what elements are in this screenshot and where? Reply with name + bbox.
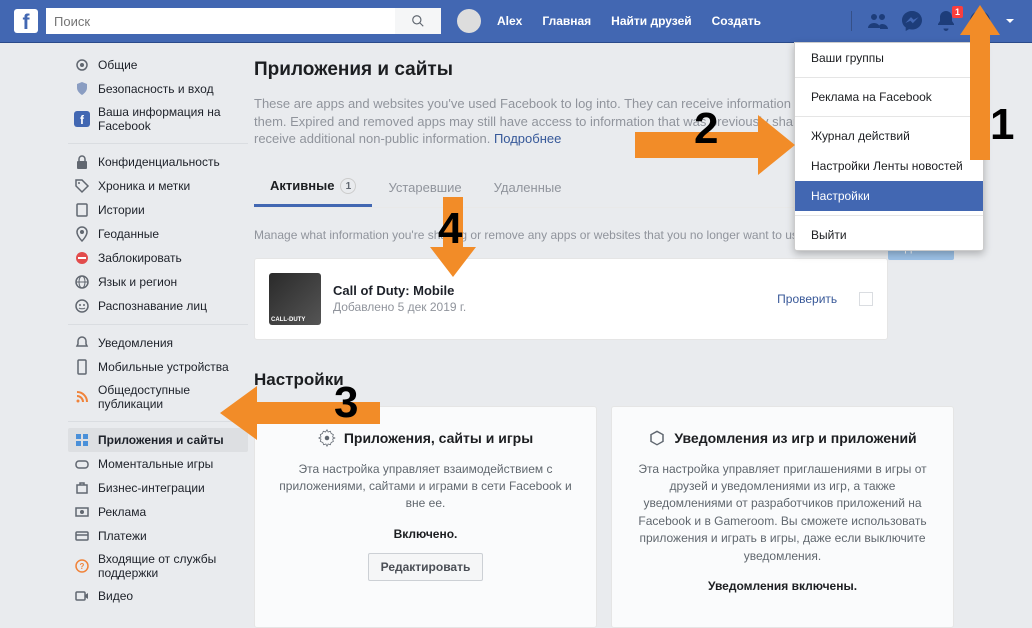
facebook-logo-icon[interactable]: f bbox=[14, 9, 38, 33]
sidebar-item-label: Ваша информация на Facebook bbox=[98, 105, 242, 133]
card-notif-desc: Эта настройка управляет приглашениями в … bbox=[630, 461, 935, 565]
top-header: f Alex Главная Найти друзей Создать 1 ? bbox=[0, 0, 1032, 43]
annotation-arrow-3 bbox=[215, 378, 385, 448]
sidebar-item-label: Приложения и сайты bbox=[98, 433, 224, 447]
search-wrap bbox=[46, 8, 441, 34]
card-icon bbox=[74, 528, 90, 544]
card-apps-desc: Эта настройка управляет взаимодействием … bbox=[273, 461, 578, 513]
face-icon bbox=[74, 298, 90, 314]
card-apps-status: Включено. bbox=[273, 527, 578, 541]
search-input[interactable] bbox=[46, 8, 395, 34]
sidebar-item-gear[interactable]: Общие bbox=[68, 53, 248, 77]
rss-icon bbox=[74, 389, 90, 405]
sidebar-item-label: Платежи bbox=[98, 529, 147, 543]
help-icon: ? bbox=[74, 558, 90, 574]
sidebar-item-label: Входящие от службы поддержки bbox=[98, 552, 242, 580]
dd-logout[interactable]: Выйти bbox=[795, 220, 983, 250]
nav-find-friends[interactable]: Найти друзей bbox=[601, 0, 701, 43]
sidebar-item-label: Распознавание лиц bbox=[98, 299, 207, 313]
sidebar-item-video[interactable]: Видео bbox=[68, 584, 248, 608]
card-notif-status: Уведомления включены. bbox=[630, 579, 935, 593]
annotation-num-3: 3 bbox=[334, 378, 358, 428]
shield-icon bbox=[74, 81, 90, 97]
nav-profile[interactable]: Alex bbox=[487, 0, 532, 43]
friends-icon[interactable] bbox=[866, 9, 890, 33]
sidebar-item-label: Геоданные bbox=[98, 227, 159, 241]
app-info: Call of Duty: Mobile Добавлено 5 дек 201… bbox=[333, 283, 466, 314]
sidebar-item-card[interactable]: Платежи bbox=[68, 524, 248, 548]
sidebar-item-shield[interactable]: Безопасность и вход bbox=[68, 77, 248, 101]
sidebar-item-label: Бизнес-интеграции bbox=[98, 481, 205, 495]
app-added-date: Добавлено 5 дек 2019 г. bbox=[333, 300, 466, 314]
sidebar-item-face[interactable]: Распознавание лиц bbox=[68, 294, 248, 318]
sidebar-item-help[interactable]: ? Входящие от службы поддержки bbox=[68, 548, 248, 584]
fb-icon: f bbox=[74, 111, 90, 127]
sidebar-item-fb[interactable]: f Ваша информация на Facebook bbox=[68, 101, 248, 137]
sidebar-item-lock[interactable]: Конфиденциальность bbox=[68, 150, 248, 174]
sidebar-item-biz[interactable]: Бизнес-интеграции bbox=[68, 476, 248, 500]
nav-home[interactable]: Главная bbox=[532, 0, 601, 43]
sidebar-item-label: Истории bbox=[98, 203, 145, 217]
svg-text:?: ? bbox=[80, 562, 85, 571]
app-thumbnail bbox=[269, 273, 321, 325]
sidebar-item-label: Мобильные устройства bbox=[98, 360, 229, 374]
nav-links: Alex Главная Найти друзей Создать bbox=[457, 0, 771, 43]
bell-icon bbox=[74, 335, 90, 351]
mobile-icon bbox=[74, 359, 90, 375]
tab-removed[interactable]: Удаленные bbox=[478, 170, 578, 205]
search-icon bbox=[411, 14, 425, 28]
app-card[interactable]: Call of Duty: Mobile Добавлено 5 дек 201… bbox=[254, 258, 888, 340]
sidebar-item-label: Реклама bbox=[98, 505, 146, 519]
sidebar-item-pin[interactable]: Геоданные bbox=[68, 222, 248, 246]
edit-button[interactable]: Редактировать bbox=[368, 553, 484, 581]
search-button[interactable] bbox=[395, 8, 441, 34]
sidebar-item-label: Хроника и метки bbox=[98, 179, 190, 193]
tag-icon bbox=[74, 178, 90, 194]
book-icon bbox=[74, 202, 90, 218]
app-name: Call of Duty: Mobile bbox=[333, 283, 466, 298]
annotation-num-4: 4 bbox=[438, 204, 462, 254]
sidebar-item-label: Конфиденциальность bbox=[98, 155, 220, 169]
sidebar-item-label: Заблокировать bbox=[98, 251, 182, 265]
messenger-icon[interactable] bbox=[900, 9, 924, 33]
block-icon bbox=[74, 250, 90, 266]
annotation-num-1: 1 bbox=[990, 100, 1014, 150]
tab-active-count: 1 bbox=[340, 178, 356, 194]
sidebar-item-book[interactable]: Истории bbox=[68, 198, 248, 222]
video-icon bbox=[74, 588, 90, 604]
lock-icon bbox=[74, 154, 90, 170]
dd-settings[interactable]: Настройки bbox=[795, 181, 983, 211]
sidebar-item-label: Язык и регион bbox=[98, 275, 177, 289]
sidebar-item-ad[interactable]: Реклама bbox=[68, 500, 248, 524]
sidebar-item-label: Общие bbox=[98, 58, 137, 72]
sidebar-item-label: Безопасность и вход bbox=[98, 82, 214, 96]
sidebar-item-label: Моментальные игры bbox=[98, 457, 213, 471]
game-icon bbox=[74, 456, 90, 472]
ad-icon bbox=[74, 504, 90, 520]
sidebar-item-tag[interactable]: Хроника и метки bbox=[68, 174, 248, 198]
cube-icon bbox=[648, 429, 666, 447]
sidebar: Общие Безопасность и вход f Ваша информация… bbox=[68, 53, 248, 628]
gear-icon bbox=[74, 57, 90, 73]
sidebar-item-bell[interactable]: Уведомления bbox=[68, 331, 248, 355]
annotation-num-2: 2 bbox=[694, 104, 718, 154]
apps-icon bbox=[74, 432, 90, 448]
sidebar-item-label: Уведомления bbox=[98, 336, 173, 350]
tab-active[interactable]: Активные 1 bbox=[254, 168, 372, 207]
app-checkbox[interactable] bbox=[859, 292, 873, 306]
learn-more-link[interactable]: Подробнее bbox=[494, 131, 561, 146]
sidebar-item-game[interactable]: Моментальные игры bbox=[68, 452, 248, 476]
sidebar-item-block[interactable]: Заблокировать bbox=[68, 246, 248, 270]
card-notif: Уведомления из игр и приложений Эта наст… bbox=[611, 406, 954, 628]
avatar[interactable] bbox=[457, 9, 481, 33]
app-check-link[interactable]: Проверить bbox=[777, 292, 837, 306]
biz-icon bbox=[74, 480, 90, 496]
card-notif-title: Уведомления из игр и приложений bbox=[630, 429, 935, 447]
nav-create[interactable]: Создать bbox=[702, 0, 771, 43]
pin-icon bbox=[74, 226, 90, 242]
sidebar-item-label: Видео bbox=[98, 589, 133, 603]
sidebar-item-mobile[interactable]: Мобильные устройства bbox=[68, 355, 248, 379]
sidebar-item-globe[interactable]: Язык и регион bbox=[68, 270, 248, 294]
globe-icon bbox=[74, 274, 90, 290]
